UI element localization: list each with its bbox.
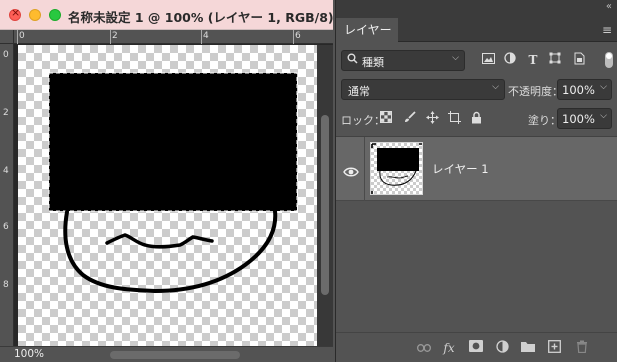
layer-row[interactable]: レイヤー 1 [336, 137, 617, 201]
photoshop-window: 名称未設定 1 @ 100% (レイヤー 1, RGB/8) * 0 2 4 6… [0, 0, 617, 362]
layer-filter-row: 種類 ⌵ T [336, 50, 617, 72]
panel-menu-icon[interactable]: ≡ [602, 23, 612, 37]
add-mask-icon[interactable] [468, 340, 484, 356]
ruler-tick [110, 30, 111, 44]
lock-image-pixels-icon[interactable] [402, 111, 417, 126]
ruler-label: 4 [203, 31, 209, 41]
opacity-label: 不透明度： [508, 85, 563, 98]
ruler-label: 6 [3, 222, 9, 232]
vertical-scrollbar[interactable] [317, 45, 333, 346]
delete-layer-icon[interactable] [574, 340, 590, 356]
new-group-icon[interactable] [520, 340, 536, 356]
lock-position-icon[interactable] [425, 111, 440, 126]
panel-footer: fx [336, 332, 617, 362]
filter-toggle-switch[interactable] [605, 52, 613, 68]
chevron-down-icon[interactable]: ⌵ [600, 111, 607, 121]
chevron-down-icon[interactable]: ⌵ [600, 82, 607, 92]
smart-object-filter-icon[interactable] [571, 52, 587, 68]
minimize-window-button[interactable] [29, 9, 41, 21]
adjustment-filter-icon[interactable] [502, 52, 518, 68]
ruler-tick [201, 30, 202, 44]
adjustment-layer-icon[interactable] [494, 340, 510, 356]
layer-thumbnail[interactable] [370, 142, 423, 195]
prevent-autonest-icon[interactable] [447, 111, 462, 126]
fill-value: 100% [562, 112, 595, 126]
fx-icon[interactable]: fx [441, 340, 457, 356]
chevron-down-icon: ⌵ [492, 82, 499, 92]
search-icon [347, 53, 358, 67]
filter-kind-label: 種類 [362, 56, 384, 69]
maximize-window-button[interactable] [49, 9, 61, 21]
vertical-scroll-thumb[interactable] [321, 115, 329, 295]
image-filter-icon[interactable] [480, 52, 496, 68]
horizontal-ruler[interactable]: 0 2 4 6 [14, 30, 333, 44]
layer-name[interactable]: レイヤー 1 [432, 161, 489, 177]
ruler-label: 4 [3, 166, 9, 176]
layers-list: レイヤー 1 [336, 136, 617, 331]
fill-field[interactable]: 100% ⌵ [557, 108, 612, 129]
thumbnail-artwork [371, 143, 422, 194]
opacity-field[interactable]: 100% ⌵ [557, 79, 612, 100]
horizontal-scroll-thumb[interactable] [110, 351, 240, 359]
visibility-divider [364, 137, 365, 201]
shape-filter-icon[interactable] [547, 52, 563, 68]
new-layer-icon[interactable] [546, 340, 562, 356]
document-title: 名称未設定 1 @ 100% (レイヤー 1, RGB/8) * [68, 10, 345, 25]
ruler-label: 8 [3, 280, 9, 290]
lock-row: ロック： 塗り： 100% ⌵ [336, 108, 617, 130]
panel-header-strip: « [336, 0, 617, 18]
ruler-origin[interactable] [0, 30, 14, 44]
mouth-stroke [105, 233, 214, 249]
face-outline-stroke [63, 209, 278, 294]
ruler-tick [293, 30, 294, 44]
ruler-tick [17, 30, 18, 44]
canvas-area[interactable] [15, 45, 317, 346]
zoom-level[interactable]: 100% [14, 348, 44, 360]
type-filter-icon[interactable]: T [525, 52, 541, 68]
ruler-label: 6 [295, 31, 301, 41]
lock-all-icon[interactable] [469, 111, 484, 126]
lock-transparent-pixels-icon[interactable] [378, 111, 393, 126]
panel-tab-bar: レイヤー ≡ [336, 18, 617, 42]
status-bar: 100% [0, 346, 333, 362]
blend-row: 通常 ⌵ 不透明度： 100% ⌵ [336, 79, 617, 101]
collapse-panels-icon[interactable]: « [606, 1, 612, 12]
opacity-value: 100% [562, 83, 595, 97]
tab-layers[interactable]: レイヤー [336, 18, 398, 42]
blend-mode-value: 通常 [348, 85, 370, 98]
blend-mode-select[interactable]: 通常 ⌵ [341, 79, 505, 100]
ruler-label: 2 [3, 108, 9, 118]
vertical-ruler[interactable]: 0 2 4 6 8 [0, 44, 14, 346]
layers-panel: « レイヤー ≡ 種類 ⌵ T 通常 ⌵ 不透明度： 100% ⌵ ロック： 塗… [335, 0, 617, 362]
eye-icon[interactable] [343, 163, 359, 177]
filter-kind-select[interactable]: 種類 ⌵ [341, 50, 465, 71]
ruler-label: 0 [3, 50, 9, 60]
document-title-bar[interactable]: 名称未設定 1 @ 100% (レイヤー 1, RGB/8) * [0, 0, 345, 30]
close-window-button[interactable] [9, 6, 21, 21]
ruler-label: 0 [19, 31, 25, 41]
link-layers-icon[interactable] [416, 340, 432, 356]
chevron-down-icon: ⌵ [452, 53, 459, 63]
document-window: 名称未設定 1 @ 100% (レイヤー 1, RGB/8) * 0 2 4 6… [0, 0, 345, 362]
layer-artwork [48, 72, 298, 294]
ruler-label: 2 [112, 31, 118, 41]
black-rectangle [49, 73, 297, 211]
